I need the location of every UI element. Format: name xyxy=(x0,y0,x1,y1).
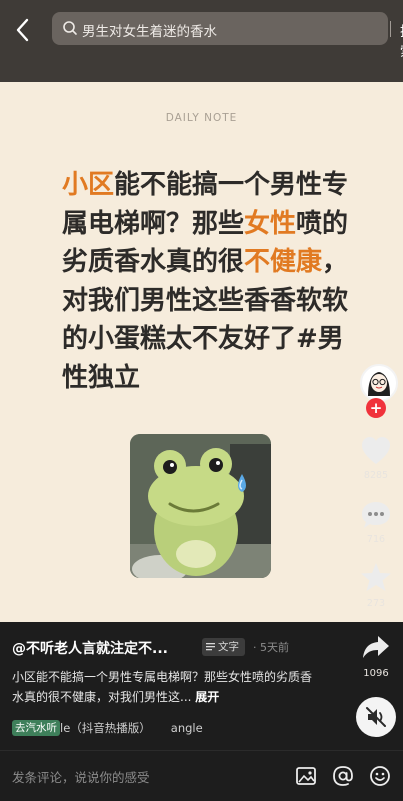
document-lines-icon xyxy=(206,639,215,651)
daily-note-label: DAILY NOTE xyxy=(165,112,238,124)
image-icon[interactable] xyxy=(295,765,317,787)
text-post-badge: 文字 xyxy=(202,638,245,656)
music-app-badge[interactable]: 去汽水听 xyxy=(12,720,60,736)
author-avatar[interactable] xyxy=(360,364,398,402)
post-info-panel: @不听老人言就注定不... 文字 · 5天前 小区能不能搞一个男性专属电梯啊？那… xyxy=(0,622,403,750)
post-headline: 小区能不能搞一个男性专属电梯啊？那些女性喷的劣质香水真的很不健康，对我们男性这些… xyxy=(62,166,352,397)
search-divider xyxy=(390,21,391,37)
search-input[interactable]: 男生对女生着迷的香水 xyxy=(82,20,217,40)
frog-illustration xyxy=(130,434,271,578)
music-artist: angle xyxy=(170,721,203,735)
like-heart-icon[interactable] xyxy=(360,436,392,466)
description-text: 小区能不能搞一个男性专属电梯啊？那些女性喷的劣质香水真的很不健康，对我们男性这.… xyxy=(12,670,313,704)
music-row[interactable]: 去汽水听 le（抖音热播版） angle xyxy=(12,720,203,736)
share-arrow-icon[interactable] xyxy=(362,634,390,660)
headline-segment: 小区 xyxy=(62,170,115,200)
music-title: le（抖音热播版） xyxy=(60,721,151,735)
headline-segment: 不健康 xyxy=(244,247,323,277)
share-count: 1096 xyxy=(363,668,389,679)
author-name[interactable]: @不听老人言就注定不... xyxy=(12,638,168,658)
text-post-badge-label: 文字 xyxy=(218,641,239,653)
post-card[interactable]: DAILY NOTE 小区能不能搞一个男性专属电梯啊？那些女性喷的劣质香水真的很… xyxy=(0,82,403,622)
comment-count: 716 xyxy=(366,534,386,545)
comment-input[interactable]: 发条评论，说说你的感受 xyxy=(12,767,150,786)
frog-sticker-image xyxy=(130,434,271,578)
avatar-portrait-icon xyxy=(368,372,390,396)
search-icon xyxy=(63,21,77,35)
speaker-muted-icon xyxy=(366,707,386,727)
mention-at-icon[interactable] xyxy=(332,765,354,787)
back-arrow-icon[interactable] xyxy=(12,16,36,44)
follow-plus-button[interactable]: + xyxy=(366,398,386,418)
comment-bar: 发条评论，说说你的感受 xyxy=(0,750,403,801)
like-count: 8285 xyxy=(363,470,389,481)
headline-segment: 女性 xyxy=(244,208,297,239)
favorite-star-icon[interactable] xyxy=(360,562,392,592)
mute-toggle-button[interactable] xyxy=(356,697,396,737)
top-bar: 男生对女生着迷的香水 搜索 xyxy=(0,0,403,82)
search-box[interactable]: 男生对女生着迷的香水 搜索 xyxy=(52,12,403,60)
post-time: · 5天前 xyxy=(253,641,289,654)
favorite-count: 273 xyxy=(366,598,386,609)
comment-bubble-icon[interactable] xyxy=(360,500,392,530)
emoji-smiley-icon[interactable] xyxy=(369,765,391,787)
expand-link[interactable]: 展开 xyxy=(195,690,219,704)
post-description[interactable]: 小区能不能搞一个男性专属电梯啊？那些女性喷的劣质香水真的很不健康，对我们男性这.… xyxy=(12,667,317,707)
